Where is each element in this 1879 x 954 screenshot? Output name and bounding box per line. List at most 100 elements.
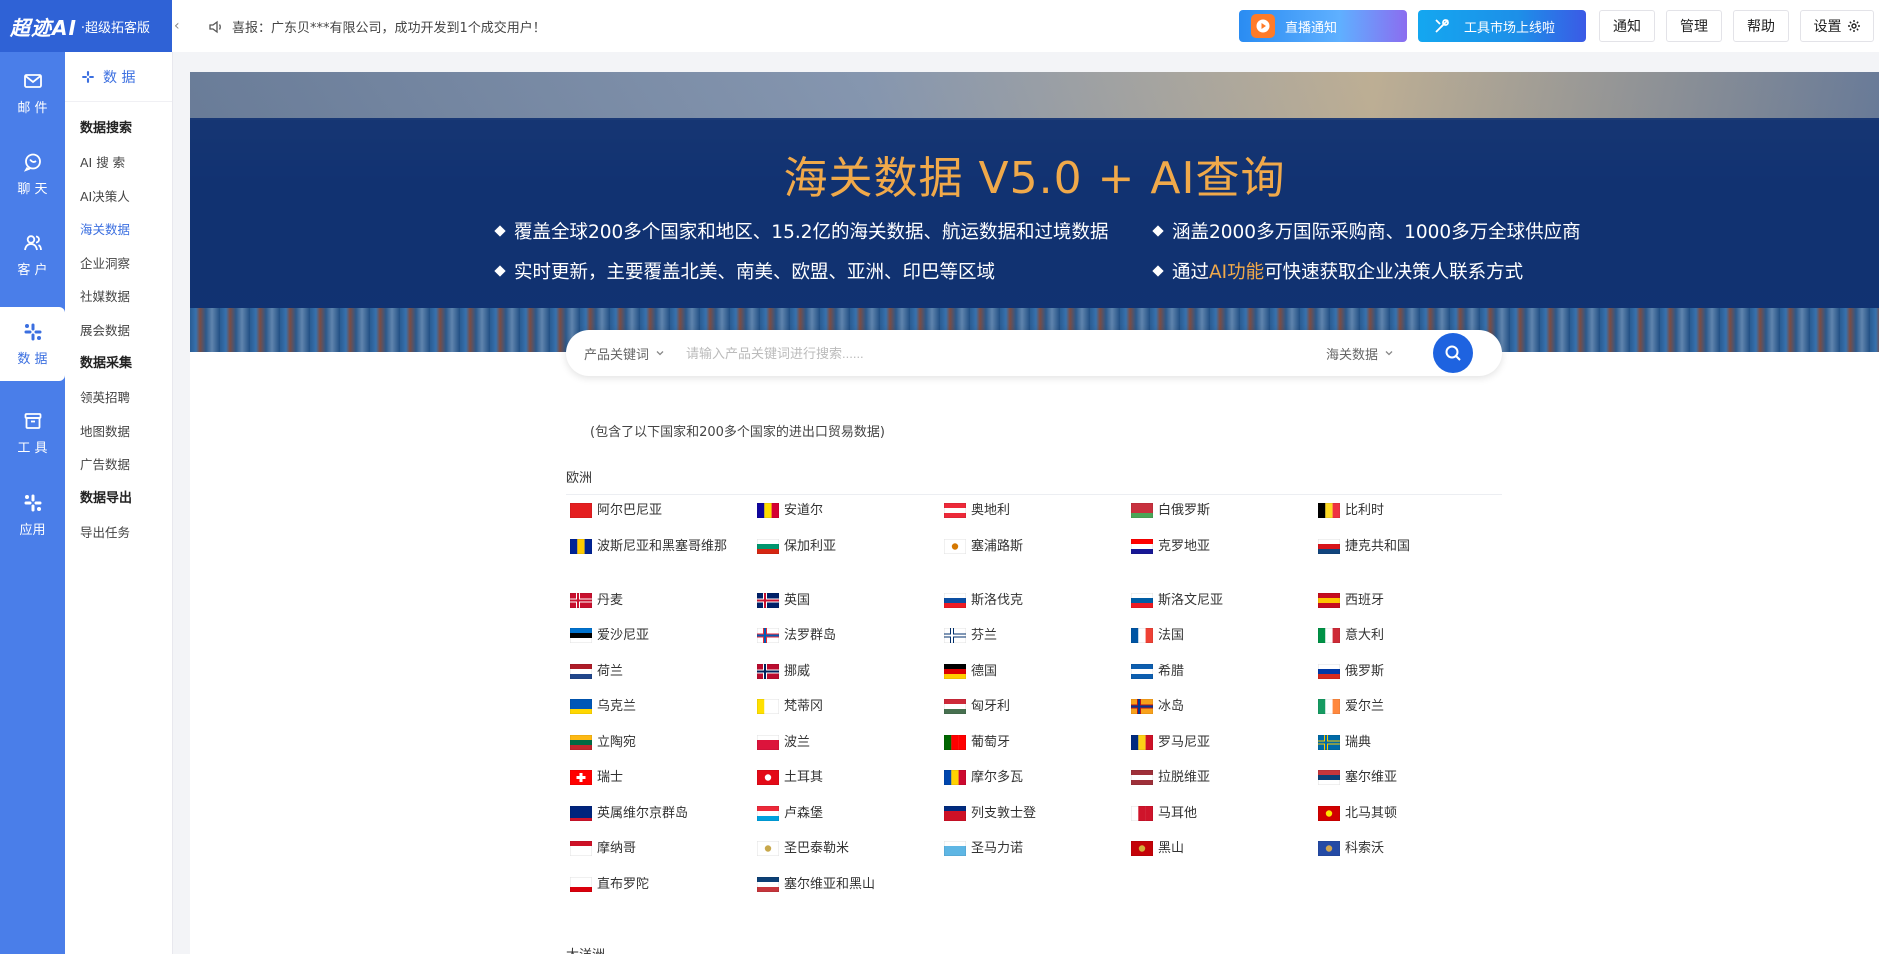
submenu-group-title: 数据搜索 [80,121,133,136]
submenu-item-customs-data[interactable]: 海关数据 [65,213,172,247]
country-item[interactable]: 希腊 [1131,661,1318,697]
submenu-item-company-insight[interactable]: 企业洞察 [65,247,172,281]
flag-icon [944,592,966,608]
country-item[interactable]: 黑山 [1131,838,1318,874]
country-item[interactable]: 比利时 [1318,500,1505,536]
country-item[interactable]: 瑞典 [1318,732,1505,768]
country-item[interactable]: 荷兰 [570,661,757,697]
collapse-sidebar-icon[interactable]: ‹ [174,18,180,34]
country-name: 摩纳哥 [597,841,637,856]
submenu-item-social-data[interactable]: 社媒数据 [65,280,172,314]
country-item[interactable]: 爱沙尼亚 [570,625,757,661]
country-item[interactable]: 波斯尼亚和黑塞哥维那 [570,536,757,590]
country-item[interactable]: 捷克共和国 [1318,536,1505,590]
country-item[interactable]: 圣马力诺 [944,838,1131,874]
country-item[interactable]: 丹麦 [570,590,757,626]
country-item[interactable]: 乌克兰 [570,696,757,732]
tool-market-button[interactable]: 工具市场上线啦 [1418,10,1586,42]
rail-item-tools[interactable]: 工 具 [0,396,65,470]
mail-icon [23,73,42,88]
country-name: 英属维尔京群岛 [597,805,689,821]
country-item[interactable]: 北马其顿 [1318,803,1505,839]
submenu-item-ad-data[interactable]: 广告数据 [65,448,172,482]
live-notice-button[interactable]: 直播通知 [1239,10,1407,42]
country-item[interactable]: 立陶宛 [570,732,757,768]
rail-item-mail[interactable]: 邮 件 [0,56,65,130]
country-item[interactable]: 挪威 [757,661,944,697]
users-icon [23,234,42,250]
rail-item-apps[interactable]: 应用 [0,478,65,552]
country-item[interactable]: 冰岛 [1131,696,1318,732]
country-item[interactable]: 奥地利 [944,500,1131,536]
country-item[interactable]: 卢森堡 [757,803,944,839]
submenu-item-export-tasks[interactable]: 导出任务 [65,516,172,550]
submenu-item-linkedin-jobs[interactable]: 领英招聘 [65,381,172,415]
submenu-item-map-data[interactable]: 地图数据 [65,415,172,449]
country-item[interactable]: 德国 [944,661,1131,697]
country-item[interactable]: 土耳其 [757,767,944,803]
rail-item-customers[interactable]: 客 户 [0,218,65,292]
country-item[interactable]: 拉脱维亚 [1131,767,1318,803]
rail-item-data[interactable]: 数 据 [0,307,65,381]
country-item[interactable]: 摩尔多瓦 [944,767,1131,803]
country-item[interactable]: 保加利亚 [757,536,944,590]
country-item[interactable]: 马耳他 [1131,803,1318,839]
flag-icon [570,538,592,554]
submenu-item-ai-decision-maker[interactable]: AI决策人 [65,180,172,214]
country-item[interactable]: 科索沃 [1318,838,1505,874]
rail-item-chat[interactable]: 聊 天 [0,137,65,211]
flag-icon [944,770,966,785]
notify-button[interactable]: 通知 [1599,10,1655,42]
flag-icon [570,592,592,608]
country-item[interactable]: 梵蒂冈 [757,696,944,732]
submenu-item-ai-search[interactable]: AI 搜 索 [65,146,172,180]
country-item[interactable]: 英属维尔京群岛 [570,803,757,839]
country-item[interactable]: 阿尔巴尼亚 [570,500,757,536]
country-item[interactable]: 俄罗斯 [1318,661,1505,697]
country-item[interactable]: 直布罗陀 [570,874,757,910]
country-item[interactable]: 安道尔 [757,500,944,536]
country-item[interactable]: 瑞士 [570,767,757,803]
country-item[interactable]: 波兰 [757,732,944,768]
country-item[interactable]: 摩纳哥 [570,838,757,874]
data-icon [82,70,94,83]
help-button[interactable]: 帮助 [1733,10,1789,42]
country-name: 直布罗陀 [597,876,650,892]
country-name: 拉脱维亚 [1158,770,1211,785]
search-button[interactable] [1433,333,1473,373]
country-item[interactable]: 匈牙利 [944,696,1131,732]
flag-icon [570,876,592,892]
country-item[interactable]: 圣巴泰勒米 [757,838,944,874]
country-item[interactable]: 爱尔兰 [1318,696,1505,732]
keyword-type-select[interactable]: 产品关键词 [566,344,678,363]
country-item[interactable]: 斯洛伐克 [944,590,1131,626]
country-item[interactable]: 斯洛文尼亚 [1131,590,1318,626]
submenu-item-expo-data[interactable]: 展会数据 [65,314,172,348]
country-name: 乌克兰 [597,699,637,714]
country-item[interactable]: 葡萄牙 [944,732,1131,768]
country-item[interactable]: 英国 [757,590,944,626]
search-input[interactable] [686,338,1326,368]
data-source-select[interactable]: 海关数据 [1326,344,1430,363]
country-item[interactable]: 法罗群岛 [757,625,944,661]
country-item[interactable]: 塞尔维亚 [1318,767,1505,803]
country-item[interactable]: 罗马尼亚 [1131,732,1318,768]
country-item[interactable]: 克罗地亚 [1131,536,1318,590]
submenu-group-title: 数据导出 [80,490,133,506]
flag-icon [757,805,779,821]
flag-icon [944,663,966,679]
settings-button[interactable]: 设置 [1800,10,1874,42]
country-item[interactable]: 意大利 [1318,625,1505,661]
country-item[interactable]: 法国 [1131,625,1318,661]
play-icon [1251,14,1275,38]
country-item[interactable]: 列支敦士登 [944,803,1131,839]
country-item[interactable]: 塞浦路斯 [944,536,1131,590]
country-item[interactable]: 塞尔维亚和黑山 [757,874,944,910]
manage-button[interactable]: 管理 [1666,10,1722,42]
country-name: 北马其顿 [1345,805,1398,821]
banner-feature: 涵盖2000多万国际采购商、1000多万全球供应商 [1152,218,1581,244]
country-item[interactable]: 西班牙 [1318,590,1505,626]
top-bar: 喜报：广东贝***有限公司，成功开发到1个成交用户！ 直播通知 工具市场上线啦 … [172,0,1879,52]
country-item[interactable]: 白俄罗斯 [1131,500,1318,536]
country-item[interactable]: 芬兰 [944,625,1131,661]
